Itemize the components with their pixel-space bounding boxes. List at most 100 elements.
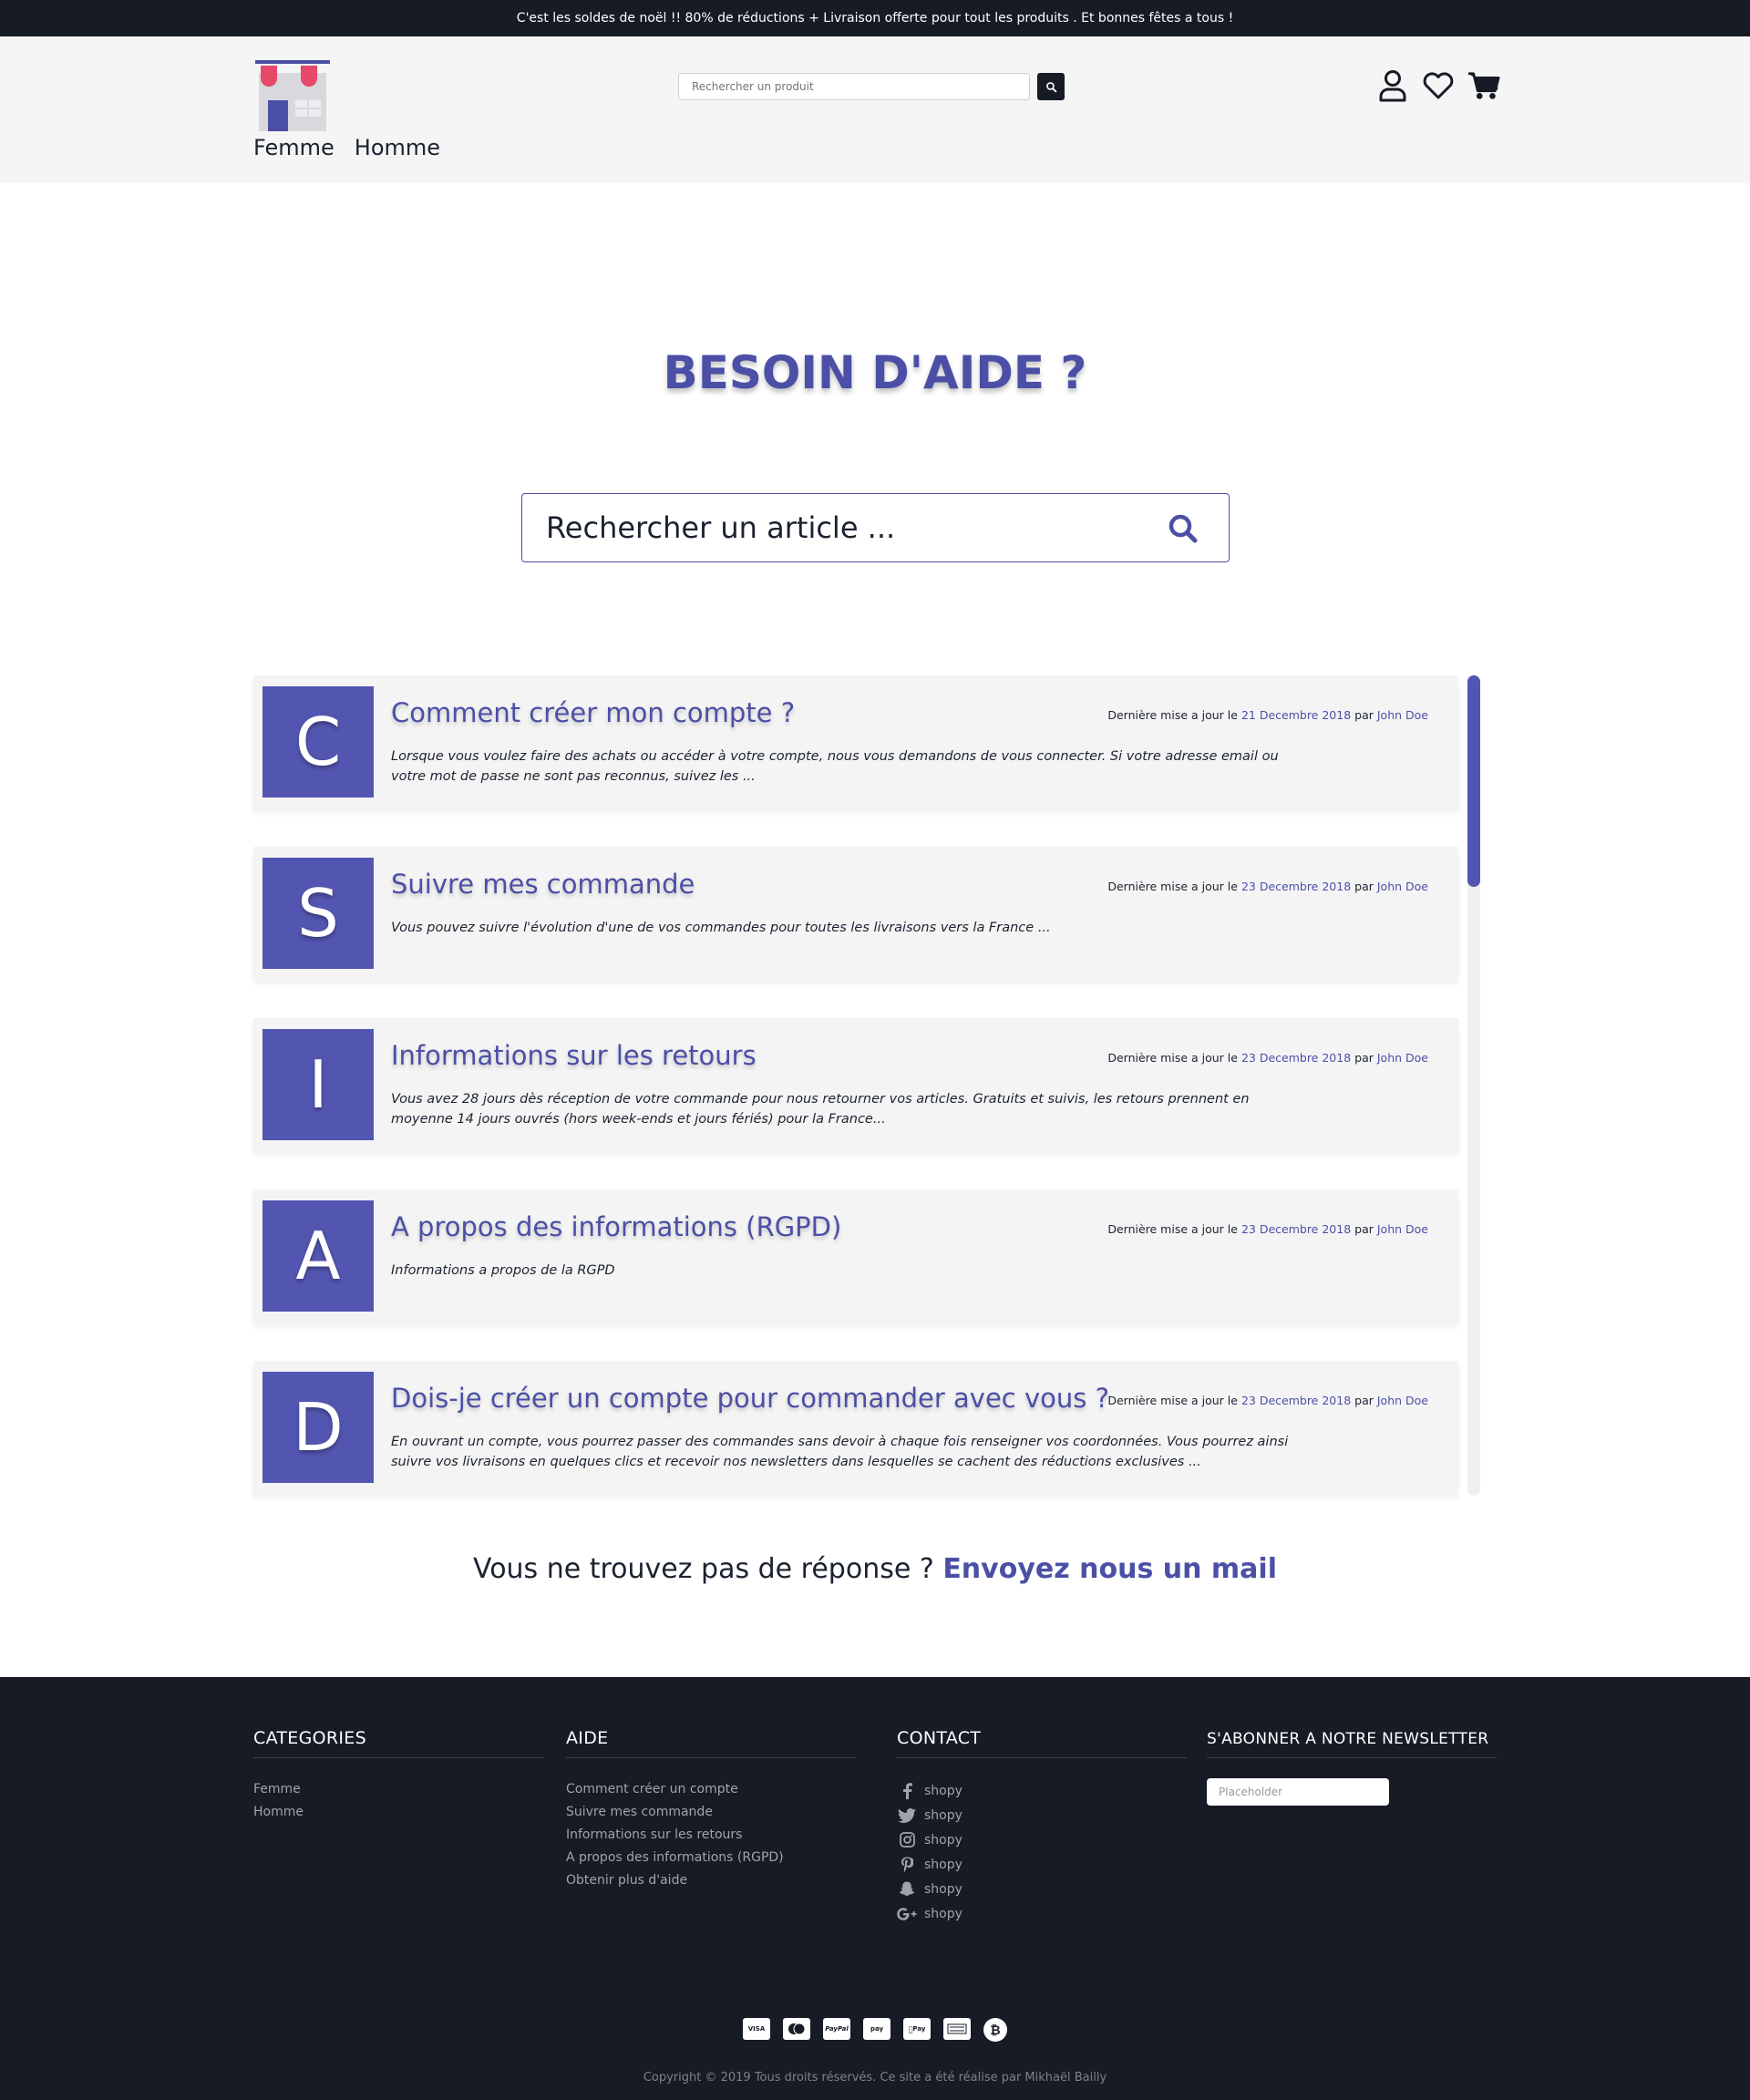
meta-label: Dernière mise a jour le (1107, 1222, 1238, 1236)
social-label: shopy (924, 1906, 962, 1921)
mastercard-icon (783, 2018, 810, 2040)
article-search-input[interactable]: Rechercher un article ... (546, 510, 895, 545)
footer-aide-title: AIDE (566, 1728, 856, 1758)
footer-contact: CONTACT shopy shopy shopy shopy shopy sh… (897, 1728, 1187, 1926)
faq-meta: Dernière mise a jour le 23 Decembre 2018… (1107, 1394, 1428, 1407)
nav-homme[interactable]: Homme (355, 135, 440, 160)
footer-link-more-help[interactable]: Obtenir plus d'aide (566, 1869, 856, 1892)
faq-description: En ouvrant un compte, vous pourrez passe… (391, 1435, 1289, 1469)
instagram-icon (897, 1831, 917, 1849)
footer-link-create-account[interactable]: Comment créer un compte (566, 1778, 856, 1801)
faq-item[interactable]: S Suivre mes commande Dernière mise a jo… (253, 847, 1458, 982)
page-title: BESOIN D'AIDE ? (663, 346, 1087, 399)
header-actions (1376, 67, 1500, 104)
promo-bar: C'est les soldes de noël !! 80% de réduc… (0, 0, 1750, 36)
site-header: Femme Homme (0, 36, 1750, 183)
faq-title[interactable]: A propos des informations (RGPD) (391, 1211, 841, 1242)
snapchat-icon (897, 1880, 917, 1899)
contact-prompt: Vous ne trouvez pas de réponse ? Envoyez… (0, 1553, 1750, 1585)
footer-categories: CATEGORIES Femme Homme (253, 1728, 543, 1824)
promo-text: C'est les soldes de noël !! 80% de réduc… (516, 11, 1234, 26)
meta-author[interactable]: John Doe (1377, 1222, 1428, 1236)
social-label: shopy (924, 1832, 962, 1848)
faq-letter-badge: S (262, 858, 374, 969)
meta-by: par (1354, 1394, 1374, 1407)
faq-scrollbar-thumb[interactable] (1467, 675, 1480, 887)
faq-letter-badge: I (262, 1029, 374, 1140)
meta-by: par (1354, 708, 1374, 722)
faq-description: Informations a propos de la RGPD (391, 1263, 615, 1278)
social-link-instagram[interactable]: shopy (897, 1827, 1187, 1852)
faq-meta: Dernière mise a jour le 23 Decembre 2018… (1107, 1222, 1428, 1236)
article-search-box[interactable]: Rechercher un article ... (521, 493, 1230, 562)
faq-description: Vous pouvez suivre l'évolution d'une de … (391, 921, 1051, 935)
search-icon[interactable] (1167, 512, 1199, 545)
meta-author[interactable]: John Doe (1377, 1394, 1428, 1407)
meta-author[interactable]: John Doe (1377, 708, 1428, 722)
faq-meta: Dernière mise a jour le 23 Decembre 2018… (1107, 1051, 1428, 1065)
footer-newsletter-title: S'ABONNER A NOTRE NEWSLETTER (1207, 1728, 1497, 1758)
faq-letter-badge: A (262, 1200, 374, 1312)
pinterest-icon (897, 1856, 917, 1874)
faq-item[interactable]: I Informations sur les retours Dernière … (253, 1018, 1458, 1153)
footer-link-femme[interactable]: Femme (253, 1778, 543, 1801)
amazon-pay-icon: pay (863, 2018, 890, 2040)
meta-date: 23 Decembre 2018 (1240, 1051, 1352, 1065)
meta-author[interactable]: John Doe (1377, 1051, 1428, 1065)
send-mail-link[interactable]: Envoyez nous un mail (942, 1553, 1277, 1585)
user-icon[interactable] (1376, 67, 1409, 104)
faq-item[interactable]: C Comment créer mon compte ? Dernière mi… (253, 675, 1458, 810)
meta-by: par (1354, 1222, 1374, 1236)
social-link-pinterest[interactable]: shopy (897, 1852, 1187, 1877)
nav-femme[interactable]: Femme (253, 135, 335, 160)
social-label: shopy (924, 1857, 962, 1872)
meta-date: 21 Decembre 2018 (1240, 708, 1352, 722)
meta-by: par (1354, 1051, 1374, 1065)
newsletter-email-input[interactable]: Placeholder (1207, 1778, 1389, 1806)
product-search-button[interactable] (1037, 73, 1065, 100)
faq-item[interactable]: A A propos des informations (RGPD) Derni… (253, 1189, 1458, 1324)
faq-meta: Dernière mise a jour le 23 Decembre 2018… (1107, 880, 1428, 893)
footer-contact-title: CONTACT (897, 1728, 1187, 1758)
footer-newsletter: S'ABONNER A NOTRE NEWSLETTER Placeholder (1207, 1728, 1497, 1806)
faq-description: Vous avez 28 jours dès réception de votr… (391, 1092, 1250, 1127)
copyright: Copyright © 2019 Tous droits réservés. C… (643, 2071, 1107, 2085)
faq-title[interactable]: Comment créer mon compte ? (391, 697, 795, 728)
footer-link-homme[interactable]: Homme (253, 1801, 543, 1824)
footer-link-rgpd[interactable]: A propos des informations (RGPD) (566, 1847, 856, 1869)
faq-title[interactable]: Dois-je créer un compte pour commander a… (391, 1383, 1109, 1414)
meta-date: 23 Decembre 2018 (1240, 1394, 1352, 1407)
payment-methods: VISA PayPal pay Pay ₿ (0, 2018, 1750, 2042)
social-link-twitter[interactable]: shopy (897, 1803, 1187, 1827)
search-icon (1045, 81, 1056, 92)
product-search-input[interactable] (678, 73, 1030, 100)
social-label: shopy (924, 1881, 962, 1897)
faq-letter-badge: C (262, 686, 374, 798)
social-link-snapchat[interactable]: shopy (897, 1877, 1187, 1901)
social-link-facebook[interactable]: shopy (897, 1778, 1187, 1803)
cart-icon[interactable] (1467, 67, 1500, 104)
social-label: shopy (924, 1807, 962, 1823)
twitter-icon (897, 1807, 917, 1825)
footer-link-returns[interactable]: Informations sur les retours (566, 1824, 856, 1847)
meta-date: 23 Decembre 2018 (1240, 880, 1352, 893)
meta-label: Dernière mise a jour le (1107, 1394, 1238, 1407)
faq-description: Lorsque vous voulez faire des achats ou … (391, 749, 1279, 784)
google-plus-icon (897, 1905, 917, 1923)
meta-author[interactable]: John Doe (1377, 880, 1428, 893)
faq-item[interactable]: D Dois-je créer un compte pour commander… (253, 1361, 1458, 1496)
site-footer: CATEGORIES Femme Homme AIDE Comment crée… (0, 1677, 1750, 2100)
faq-meta: Dernière mise a jour le 21 Decembre 2018… (1107, 708, 1428, 722)
faq-title[interactable]: Suivre mes commande (391, 869, 695, 900)
contact-prompt-text: Vous ne trouvez pas de réponse ? (473, 1553, 934, 1585)
meta-label: Dernière mise a jour le (1107, 708, 1238, 722)
footer-link-track-order[interactable]: Suivre mes commande (566, 1801, 856, 1824)
visa-icon: VISA (743, 2018, 770, 2040)
faq-letter-badge: D (262, 1372, 374, 1483)
faq-title[interactable]: Informations sur les retours (391, 1040, 757, 1071)
heart-icon[interactable] (1422, 67, 1455, 104)
bitcoin-icon: ₿ (983, 2018, 1007, 2042)
shop-logo[interactable] (253, 60, 332, 133)
social-link-google-plus[interactable]: shopy (897, 1901, 1187, 1926)
footer-aide: AIDE Comment créer un compte Suivre mes … (566, 1728, 856, 1892)
